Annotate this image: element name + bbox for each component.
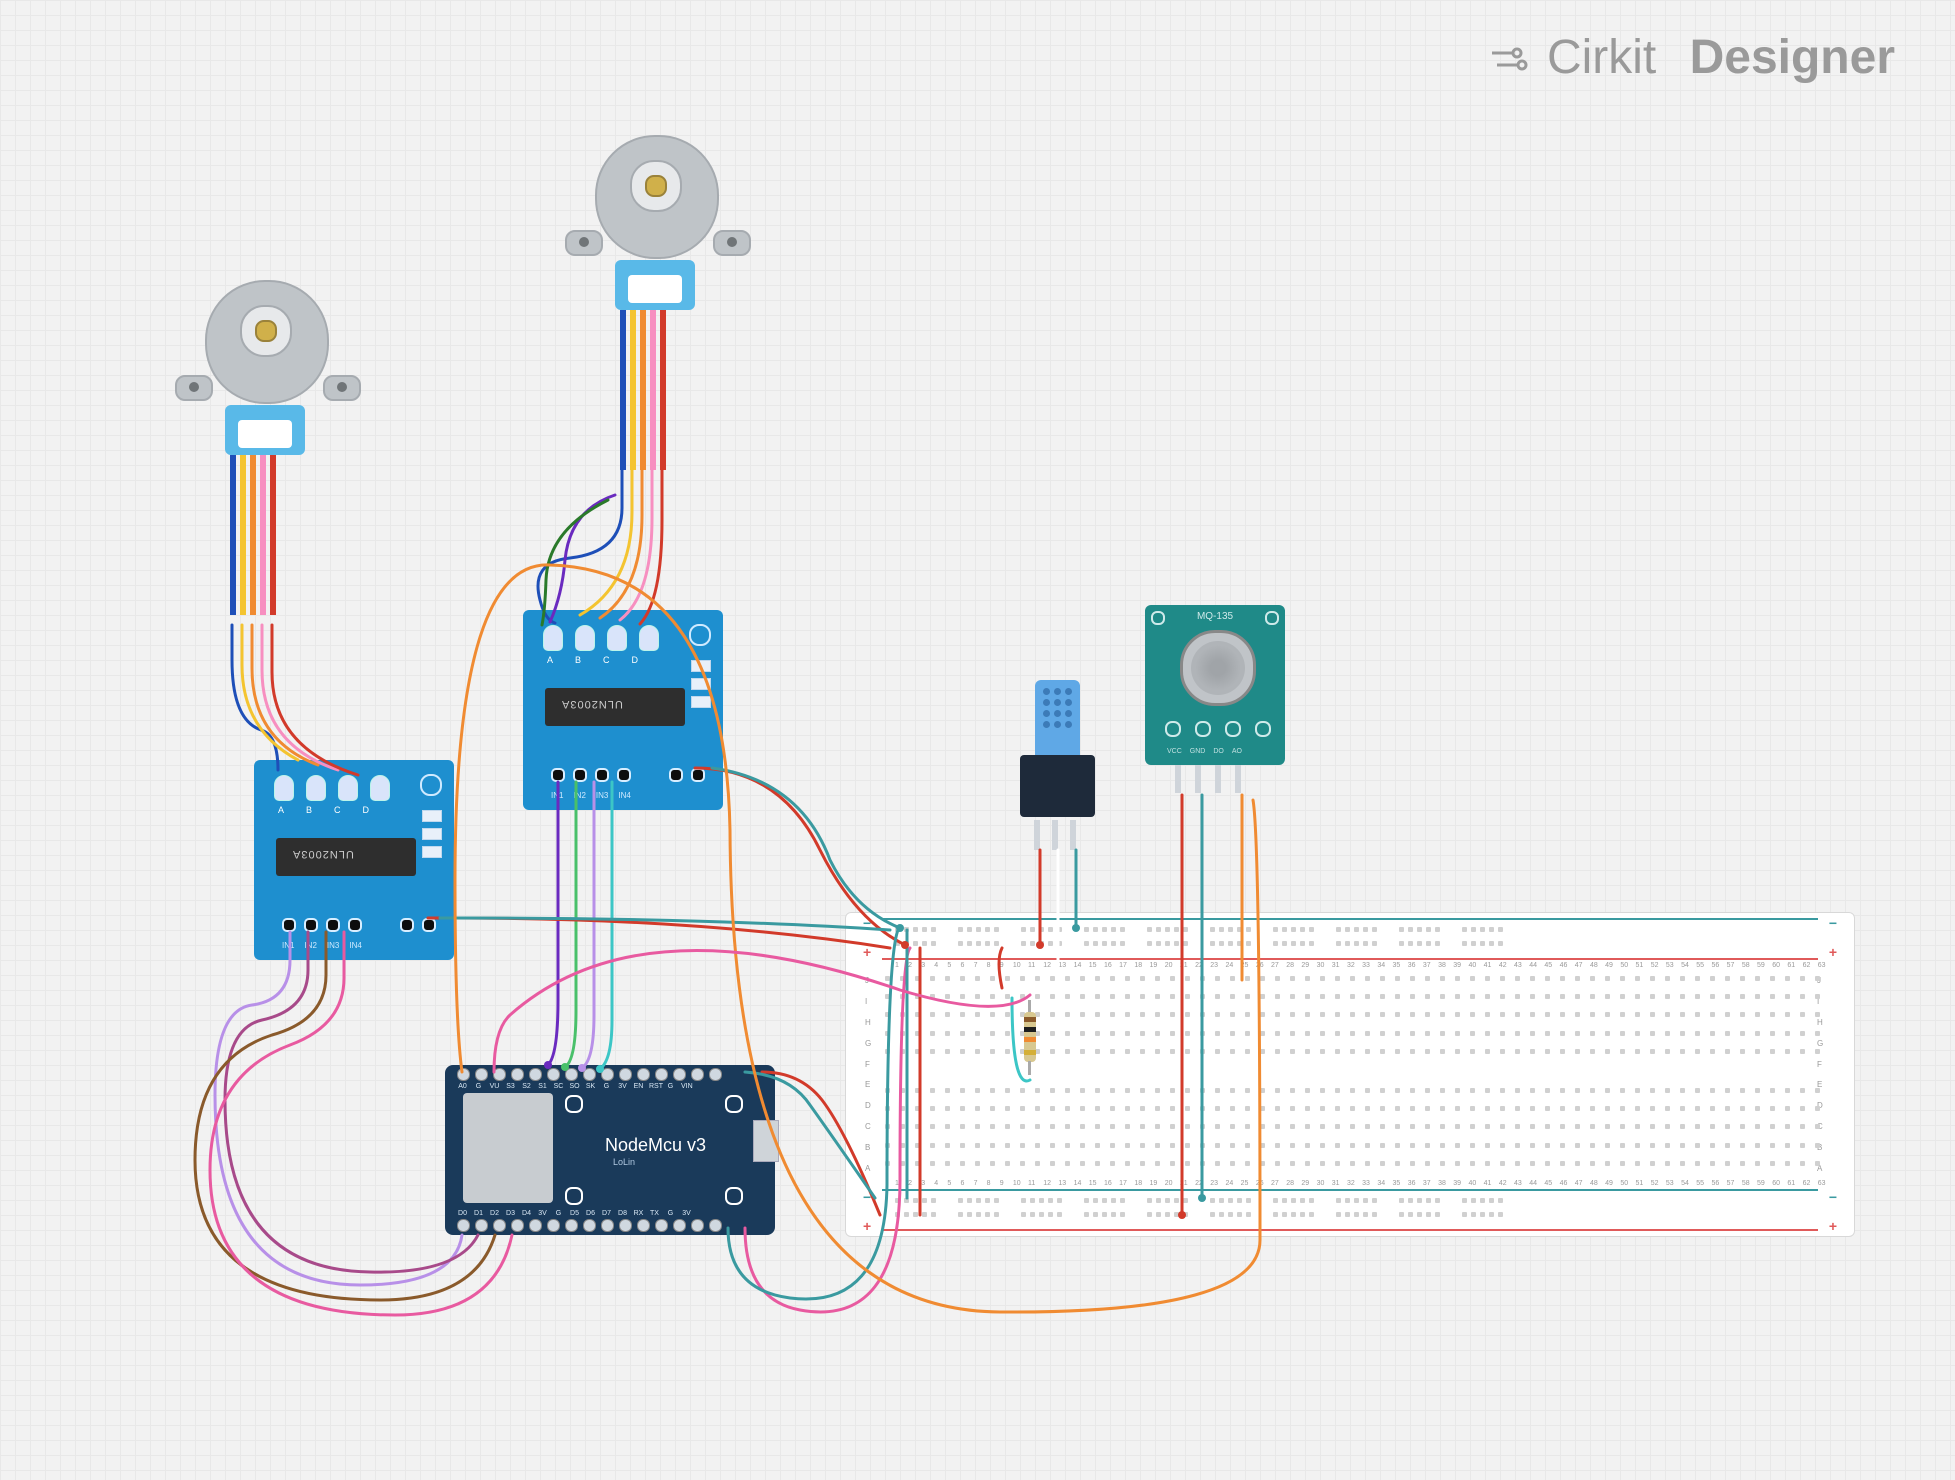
dht11-module[interactable]	[1010, 680, 1105, 850]
nodemcu-pins-bot	[457, 1219, 722, 1232]
brand-icon	[1487, 43, 1537, 73]
nodemcu-subtitle: LoLin	[613, 1157, 635, 1167]
brand-name-2: Designer	[1690, 30, 1895, 85]
breadboard-rail-top	[885, 922, 1815, 956]
stepper-motor-1[interactable]	[155, 245, 375, 485]
driver-1-chip-label: ULN2003A	[292, 848, 354, 860]
driver-2-chip-label: ULN2003A	[561, 698, 623, 710]
stepper-2-leads	[620, 310, 666, 470]
breadboard-rail-bot	[885, 1193, 1815, 1227]
brand-name-1: Cirkit	[1547, 30, 1656, 85]
wires-layer	[0, 0, 1955, 1480]
resistor-10k[interactable]	[1024, 1000, 1036, 1075]
mq135-module[interactable]: MQ-135 VCC GND DO AO	[1145, 605, 1285, 795]
breadboard[interactable]: − + − + − + − + 123456789101112131415161…	[845, 912, 1855, 1237]
nodemcu-board[interactable]: A0GVUS3S2S1SCSOSKG3VENRSTGVIN D0D1D2D3D4…	[445, 1065, 775, 1235]
brand-logo: Cirkit Designer	[1487, 30, 1895, 85]
mq135-label: MQ-135	[1145, 611, 1285, 622]
nodemcu-pins-top	[457, 1068, 722, 1081]
stepper-motor-2[interactable]	[545, 100, 765, 340]
breadboard-terminal-lower	[885, 1088, 1815, 1173]
uln2003-driver-1[interactable]: A B C D ULN2003A IN1 IN2 IN3 IN4	[254, 760, 454, 960]
nodemcu-title: NodeMcu v3	[605, 1135, 706, 1156]
uln2003-driver-2[interactable]: A B C D ULN2003A IN1 IN2 IN3 IN4	[523, 610, 723, 810]
circuit-canvas[interactable]: Cirkit Designer	[0, 0, 1955, 1480]
stepper-1-leads	[230, 455, 276, 615]
